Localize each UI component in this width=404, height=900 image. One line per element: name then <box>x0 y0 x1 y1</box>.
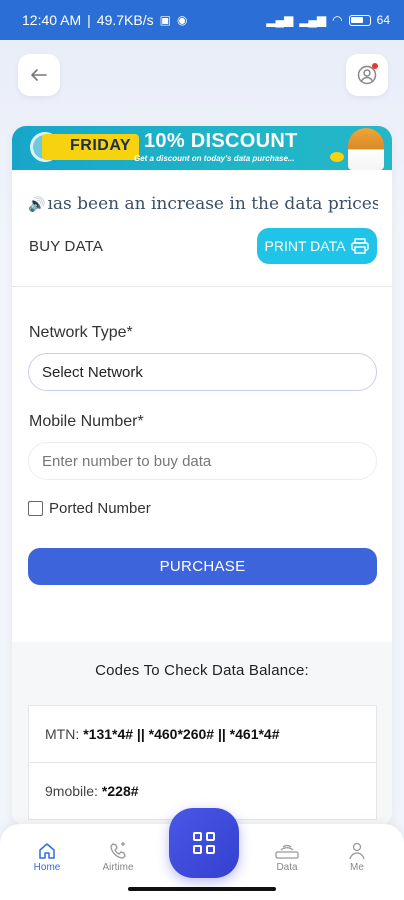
nav-data-label: Data <box>276 862 298 873</box>
ticker-text: ıas been an increase in the data prices … <box>47 194 378 214</box>
status-separator: | <box>87 12 91 28</box>
notification-dot <box>372 63 378 69</box>
grid-icon <box>193 832 215 854</box>
person-icon <box>349 842 365 860</box>
home-icon <box>39 843 55 859</box>
network-select-value: Select Network <box>42 363 143 381</box>
wifi-icon: ◠ <box>332 13 343 27</box>
battery-level: 64 <box>376 13 390 27</box>
network-select[interactable]: Select Network <box>28 353 377 391</box>
signal-icon: ▂▄▆ <box>266 13 294 27</box>
nav-home[interactable]: Home <box>17 840 77 873</box>
nav-airtime[interactable]: Airtime <box>88 840 148 873</box>
purchase-button-label: PURCHASE <box>159 558 246 575</box>
data-balance-codes: Codes To Check Data Balance: MTN: *131*4… <box>12 642 392 826</box>
mobile-number-placeholder: Enter number to buy data <box>42 452 212 470</box>
print-data-button[interactable]: PRINT DATA <box>257 228 377 264</box>
mobile-number-input[interactable]: Enter number to buy data <box>28 442 377 480</box>
codes-title: Codes To Check Data Balance: <box>95 662 309 679</box>
banner-tag: FRIDAY <box>42 134 140 160</box>
coin-icon <box>330 152 344 162</box>
profile-button[interactable] <box>346 54 388 96</box>
router-icon <box>275 844 299 859</box>
status-bar: 12:40 AM | 49.7KB/s ▣ ◉ ▂▄▆ ▂▄▆ ◠ 64 <box>0 0 404 40</box>
battery-icon <box>348 14 371 26</box>
home-indicator[interactable] <box>128 887 276 891</box>
status-time: 12:40 AM <box>22 12 82 28</box>
divider <box>12 286 392 287</box>
code-row-mtn: MTN: *131*4# || *460*260# || *461*4# <box>28 705 377 763</box>
phone-icon <box>110 842 126 859</box>
nav-home-label: Home <box>33 862 61 873</box>
ported-number-option[interactable]: Ported Number <box>28 500 151 517</box>
purchase-button[interactable]: PURCHASE <box>28 548 377 585</box>
whatsapp-icon: ◉ <box>176 13 188 27</box>
mobile-number-label: Mobile Number* <box>29 413 144 430</box>
code-value: *228# <box>101 783 139 799</box>
signal-2-icon: ▂▄▆ <box>299 13 327 27</box>
code-network: MTN: <box>45 726 80 742</box>
code-value: *131*4# || *460*260# || *461*4# <box>83 726 280 742</box>
notification-icon: ▣ <box>159 13 171 27</box>
print-data-label: PRINT DATA <box>264 238 346 254</box>
banner-subline: Get a discount on today's data purchase.… <box>134 154 295 163</box>
network-type-label: Network Type* <box>29 324 133 341</box>
arrow-left-icon <box>31 69 47 81</box>
network-speed: 49.7KB/s <box>96 12 154 28</box>
printer-icon <box>351 238 370 254</box>
banner-person-image <box>348 128 384 170</box>
buy-data-card: FRIDAY 10% DISCOUNT Get a discount on to… <box>12 126 392 826</box>
code-network: 9mobile: <box>45 783 98 799</box>
page-title: BUY DATA <box>29 238 104 255</box>
speaker-icon: 🔊 <box>28 195 46 212</box>
nav-me-label: Me <box>350 862 364 873</box>
services-menu-button[interactable] <box>169 808 239 878</box>
ported-number-label: Ported Number <box>49 500 151 517</box>
back-button[interactable] <box>18 54 60 96</box>
nav-airtime-label: Airtime <box>102 862 134 873</box>
nav-data[interactable]: Data <box>257 840 317 873</box>
ported-number-checkbox[interactable] <box>28 501 43 516</box>
promo-banner[interactable]: FRIDAY 10% DISCOUNT Get a discount on to… <box>12 126 392 170</box>
banner-headline: 10% DISCOUNT <box>144 130 298 152</box>
nav-me[interactable]: Me <box>327 840 387 873</box>
announcement-ticker: 🔊 ıas been an increase in the data price… <box>28 194 378 214</box>
